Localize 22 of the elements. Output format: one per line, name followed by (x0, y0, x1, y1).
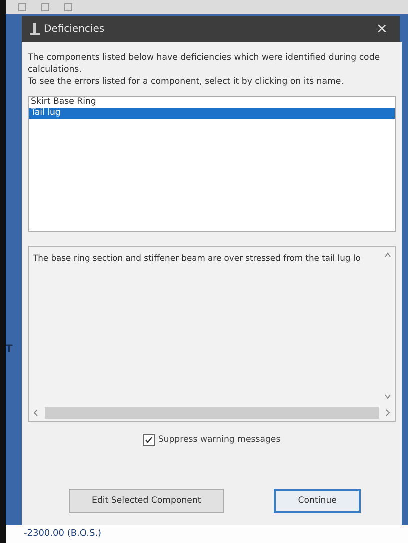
close-button[interactable]: × (372, 21, 392, 37)
scroll-up-icon[interactable] (385, 251, 391, 259)
window-title: Deficiencies (44, 24, 106, 34)
partial-label: T (6, 344, 13, 355)
scrollbar-thumb[interactable] (45, 407, 379, 419)
list-item[interactable]: Tail lug (29, 108, 395, 119)
continue-button[interactable]: Continue (274, 489, 361, 513)
app-icon (30, 23, 40, 35)
toolbar-icon[interactable] (64, 2, 73, 12)
intro-text: The components listed below have deficiencies which were identified during code calculations. (28, 52, 382, 76)
edit-button[interactable]: Edit Selected Component (69, 489, 224, 513)
scroll-right-icon[interactable] (385, 409, 391, 417)
status-value: -2300.00 (B.O.S.) (24, 529, 102, 539)
check-icon (145, 436, 154, 444)
scroll-left-icon[interactable] (33, 409, 39, 417)
toolbar-icon[interactable] (18, 2, 27, 12)
intro-text: To see the errors listed for a component, select it by clicking on its name. (28, 76, 345, 88)
details-text: The base ring section and stiffener beam are over stressed from the tail lug lo (32, 252, 362, 265)
list-item[interactable]: Skirt Base Ring (29, 97, 395, 108)
suppress-checkbox[interactable]: Suppress warning messages (143, 434, 281, 446)
scroll-down-icon[interactable] (385, 393, 391, 401)
toolbar-icon[interactable] (41, 2, 50, 12)
